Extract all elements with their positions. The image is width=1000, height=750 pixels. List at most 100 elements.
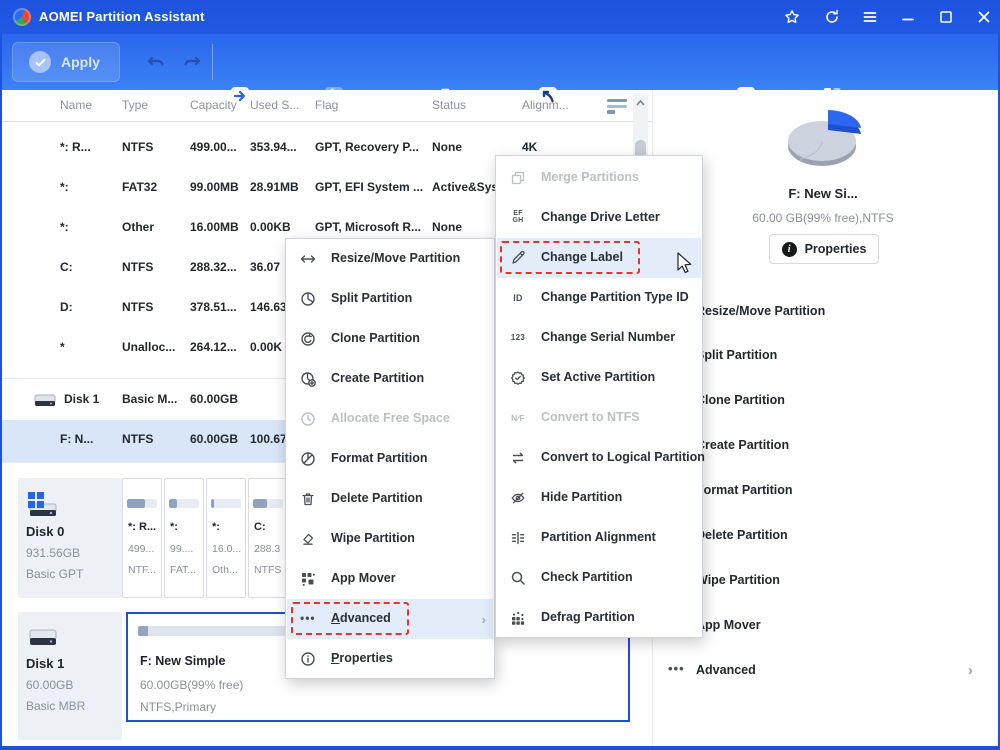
partition-fs: Oth... xyxy=(212,564,238,576)
action-label: Format Partition xyxy=(696,483,793,497)
apply-label: Apply xyxy=(61,54,100,70)
submenu-item-change-type-id[interactable]: ID Change Partition Type ID xyxy=(497,278,701,318)
action-resize-move[interactable]: Resize/Move Partition xyxy=(653,297,999,325)
submenu-item-convert-logical[interactable]: Convert to Logical Partition xyxy=(497,438,705,478)
cell-capacity: 60.00GB xyxy=(190,432,239,446)
disk0-partition-block[interactable]: *: 99.... FAT... xyxy=(164,478,204,598)
usage-bar xyxy=(253,499,283,508)
submenu-item-set-active[interactable]: Set Active Partition xyxy=(497,358,701,398)
submenu-item-defrag[interactable]: Defrag Partition xyxy=(497,598,701,638)
cell-type: NTFS xyxy=(122,140,154,154)
col-status[interactable]: Status xyxy=(432,98,466,112)
properties-info-icon xyxy=(300,651,316,667)
menu-item-split[interactable]: Split Partition xyxy=(287,279,493,319)
col-used[interactable]: Used S... xyxy=(250,98,299,112)
maximize-icon[interactable] xyxy=(938,9,954,25)
submenu-item-alignment[interactable]: Partition Alignment xyxy=(497,518,701,558)
partition-label: C: xyxy=(254,521,266,533)
menu-item-app-mover[interactable]: App Mover xyxy=(287,559,493,599)
disk0-partition-block[interactable]: *: 16.0... Oth... xyxy=(206,478,246,598)
alignment-icon xyxy=(510,530,526,546)
titlebar: AOMEI Partition Assistant xyxy=(0,0,1000,34)
cell-status: Active&System xyxy=(432,180,496,194)
list-view-icon[interactable] xyxy=(606,97,628,115)
cell-flag: GPT, Microsoft R... xyxy=(315,220,422,234)
menu-item-properties[interactable]: Properties xyxy=(287,639,493,679)
menu-item-advanced[interactable]: ••• Advanced › xyxy=(287,599,493,639)
action-app-mover[interactable]: App Mover xyxy=(653,611,999,639)
mouse-cursor xyxy=(676,252,696,276)
menu-item-resize-move[interactable]: Resize/Move Partition xyxy=(287,239,493,279)
partition-fs: NTF... xyxy=(128,564,156,576)
refresh-icon[interactable] xyxy=(824,9,840,25)
submenu-item-change-label[interactable]: Change Label xyxy=(497,238,701,278)
cell-type: Basic M... xyxy=(122,392,178,406)
menu-item-delete[interactable]: Delete Partition xyxy=(287,479,493,519)
cell-name: *: xyxy=(60,220,69,234)
menu-item-label: Format Partition xyxy=(331,451,428,465)
col-name[interactable]: Name xyxy=(60,98,92,112)
submenu-item-change-drive-letter[interactable]: EF GH Change Drive Letter xyxy=(497,198,701,238)
split-icon xyxy=(300,291,316,307)
cell-name: *: xyxy=(60,180,69,194)
menu-item-clone[interactable]: Clone Partition xyxy=(287,319,493,359)
col-flag[interactable]: Flag xyxy=(315,98,338,112)
action-wipe[interactable]: Wipe Partition xyxy=(653,566,999,594)
scroll-up-icon[interactable] xyxy=(633,96,648,110)
col-capacity[interactable]: Capacity xyxy=(190,98,237,112)
properties-label: Properties xyxy=(804,242,867,256)
disk1-card[interactable]: Disk 1 60.00GB Basic MBR xyxy=(18,612,122,740)
apply-button[interactable]: Apply xyxy=(12,42,120,82)
hamburger-icon[interactable] xyxy=(862,9,878,25)
action-advanced[interactable]: ••• Advanced › xyxy=(653,656,999,684)
cell-name: *: R... xyxy=(60,140,91,154)
menu-item-label: Delete Partition xyxy=(331,491,423,505)
disk-windows-icon xyxy=(26,490,62,520)
cell-used: 28.91MB xyxy=(250,180,299,194)
menu-item-format[interactable]: Format Partition xyxy=(287,439,493,479)
disk0-card[interactable]: Disk 0 931.56GB Basic GPT xyxy=(18,478,122,598)
submenu-item-change-serial[interactable]: 123 Change Serial Number xyxy=(497,318,701,358)
menu-item-wipe[interactable]: Wipe Partition xyxy=(287,519,493,559)
col-align[interactable]: Alignm... xyxy=(522,98,569,112)
submenu-item-check[interactable]: Check Partition xyxy=(497,558,701,598)
col-type[interactable]: Type xyxy=(122,98,148,112)
menu-item-label: Convert to NTFS xyxy=(541,410,640,424)
menu-item-label: Set Active Partition xyxy=(541,370,656,384)
partition-label: *: xyxy=(212,521,220,533)
partition-fs: NTFS,Primary xyxy=(140,700,216,714)
cell-name: F: N... xyxy=(60,432,94,446)
star-icon[interactable] xyxy=(784,9,800,25)
partition-label: *: R... xyxy=(128,521,157,533)
hide-partition-icon xyxy=(510,490,526,506)
undo-button[interactable] xyxy=(146,51,168,73)
disk0-partition-block[interactable]: C: 288.3 NTFS xyxy=(248,478,288,598)
close-icon[interactable] xyxy=(976,9,992,25)
resize-move-icon xyxy=(300,251,316,267)
menu-item-label: Convert to Logical Partition xyxy=(541,450,705,464)
right-panel: F: New Si... 60.00 GB(99% free),NTFS i P… xyxy=(652,90,998,746)
create-partition-icon xyxy=(300,371,316,387)
disk0-type: Basic GPT xyxy=(26,567,84,581)
usage-bar xyxy=(169,499,199,508)
menu-item-create[interactable]: Create Partition xyxy=(287,359,493,399)
submenu-item-hide[interactable]: Hide Partition xyxy=(497,478,701,518)
minimize-icon[interactable] xyxy=(900,9,916,25)
redo-button[interactable] xyxy=(180,51,202,73)
toolbar-separator xyxy=(212,44,213,80)
serial-number-icon: 123 xyxy=(510,333,526,342)
action-clone[interactable]: Clone Partition xyxy=(653,386,999,414)
action-delete[interactable]: Delete Partition xyxy=(653,521,999,549)
action-format[interactable]: Format Partition xyxy=(653,476,999,504)
cell-flag: GPT, Recovery P... xyxy=(315,140,419,154)
menu-item-label: Create Partition xyxy=(331,371,425,385)
cell-capacity: 499.00... xyxy=(190,140,237,154)
action-split[interactable]: Split Partition xyxy=(653,341,999,369)
partition-fs: FAT... xyxy=(170,564,197,576)
action-label: Delete Partition xyxy=(696,528,788,542)
properties-button[interactable]: i Properties xyxy=(769,234,879,264)
disk0-partition-block[interactable]: *: R... 499... NTF... xyxy=(122,478,162,598)
menu-item-label: App Mover xyxy=(331,571,396,585)
menu-item-label: Resize/Move Partition xyxy=(331,251,461,265)
disk0-size: 931.56GB xyxy=(26,546,81,560)
